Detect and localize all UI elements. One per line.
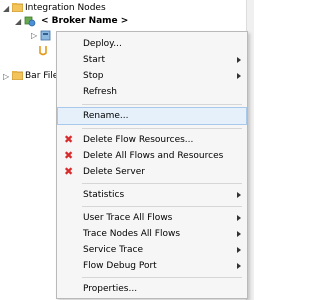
submenu-arrow-icon bbox=[237, 192, 241, 198]
menu-item-refresh[interactable]: Refresh bbox=[58, 84, 246, 100]
menu-item-start[interactable]: Start bbox=[58, 52, 246, 68]
delete-icon: ✖ bbox=[64, 133, 74, 146]
menu-item-delete-flow-resources[interactable]: ✖ Delete Flow Resources... bbox=[58, 132, 246, 148]
expand-toggle-icon[interactable]: ▷ bbox=[3, 70, 9, 83]
collapse-toggle-icon[interactable]: ◢ bbox=[15, 15, 21, 28]
menu-separator bbox=[82, 277, 242, 278]
menu-item-label: Statistics bbox=[83, 190, 125, 200]
menu-item-stop[interactable]: Stop bbox=[58, 68, 246, 84]
menu-item-label: Trace Nodes All Flows bbox=[83, 229, 181, 239]
tree-item-resource[interactable] bbox=[38, 44, 56, 57]
menu-item-trace-nodes[interactable]: Trace Nodes All Flows bbox=[58, 226, 246, 242]
menu-separator bbox=[82, 104, 242, 105]
context-menu: Deploy... Start Stop Refresh Rename... ✖… bbox=[56, 31, 248, 299]
menu-item-label: Delete All Flows and Resources bbox=[83, 151, 224, 161]
menu-separator bbox=[82, 206, 242, 207]
tree-item-label: Bar File bbox=[25, 71, 56, 81]
menu-item-properties[interactable]: Properties... bbox=[58, 281, 246, 297]
menu-item-service-trace[interactable]: Service Trace bbox=[58, 242, 246, 258]
menu-item-label: Service Trace bbox=[83, 245, 143, 255]
menu-item-delete-server[interactable]: ✖ Delete Server bbox=[58, 164, 246, 180]
menu-item-label: Properties... bbox=[83, 284, 138, 294]
menu-item-label: User Trace All Flows bbox=[83, 213, 173, 223]
menu-separator bbox=[82, 183, 242, 184]
submenu-arrow-icon bbox=[237, 215, 241, 221]
menu-item-delete-all-flows[interactable]: ✖ Delete All Flows and Resources bbox=[58, 148, 246, 164]
delete-icon: ✖ bbox=[64, 165, 74, 178]
menu-item-label: Delete Server bbox=[83, 167, 145, 177]
submenu-arrow-icon bbox=[237, 247, 241, 253]
tree-item-server[interactable]: ▷ bbox=[30, 29, 58, 42]
folder-icon bbox=[11, 3, 24, 13]
expand-toggle-icon[interactable]: ▷ bbox=[31, 29, 37, 42]
menu-item-label: Stop bbox=[83, 71, 104, 81]
menu-item-rename[interactable]: Rename... bbox=[57, 107, 247, 125]
submenu-arrow-icon bbox=[237, 263, 241, 269]
submenu-arrow-icon bbox=[237, 73, 241, 79]
menu-item-label: Start bbox=[83, 55, 105, 65]
collapse-toggle-icon[interactable]: ◢ bbox=[3, 2, 9, 15]
submenu-arrow-icon bbox=[237, 231, 241, 237]
folder-icon bbox=[11, 71, 24, 81]
menu-item-user-trace[interactable]: User Trace All Flows bbox=[58, 210, 246, 226]
delete-icon: ✖ bbox=[64, 149, 74, 162]
server-icon bbox=[40, 30, 52, 41]
tree-item-label: < Broker Name > bbox=[41, 16, 129, 26]
menu-item-deploy[interactable]: Deploy... bbox=[58, 36, 246, 52]
menu-item-statistics[interactable]: Statistics bbox=[58, 187, 246, 203]
menu-item-label: Flow Debug Port bbox=[83, 261, 157, 271]
tree-item-label: Integration Nodes bbox=[25, 3, 106, 13]
menu-item-label: Deploy... bbox=[83, 39, 122, 49]
menu-item-label: Rename... bbox=[83, 111, 129, 121]
menu-item-label: Delete Flow Resources... bbox=[83, 135, 194, 145]
menu-item-label: Refresh bbox=[83, 87, 117, 97]
menu-separator bbox=[82, 128, 242, 129]
resource-icon bbox=[38, 45, 49, 56]
tree-item-bar-files[interactable]: ▷ Bar File bbox=[2, 70, 56, 83]
submenu-arrow-icon bbox=[237, 57, 241, 63]
menu-item-flow-debug-port[interactable]: Flow Debug Port bbox=[58, 258, 246, 274]
broker-icon bbox=[24, 16, 36, 27]
